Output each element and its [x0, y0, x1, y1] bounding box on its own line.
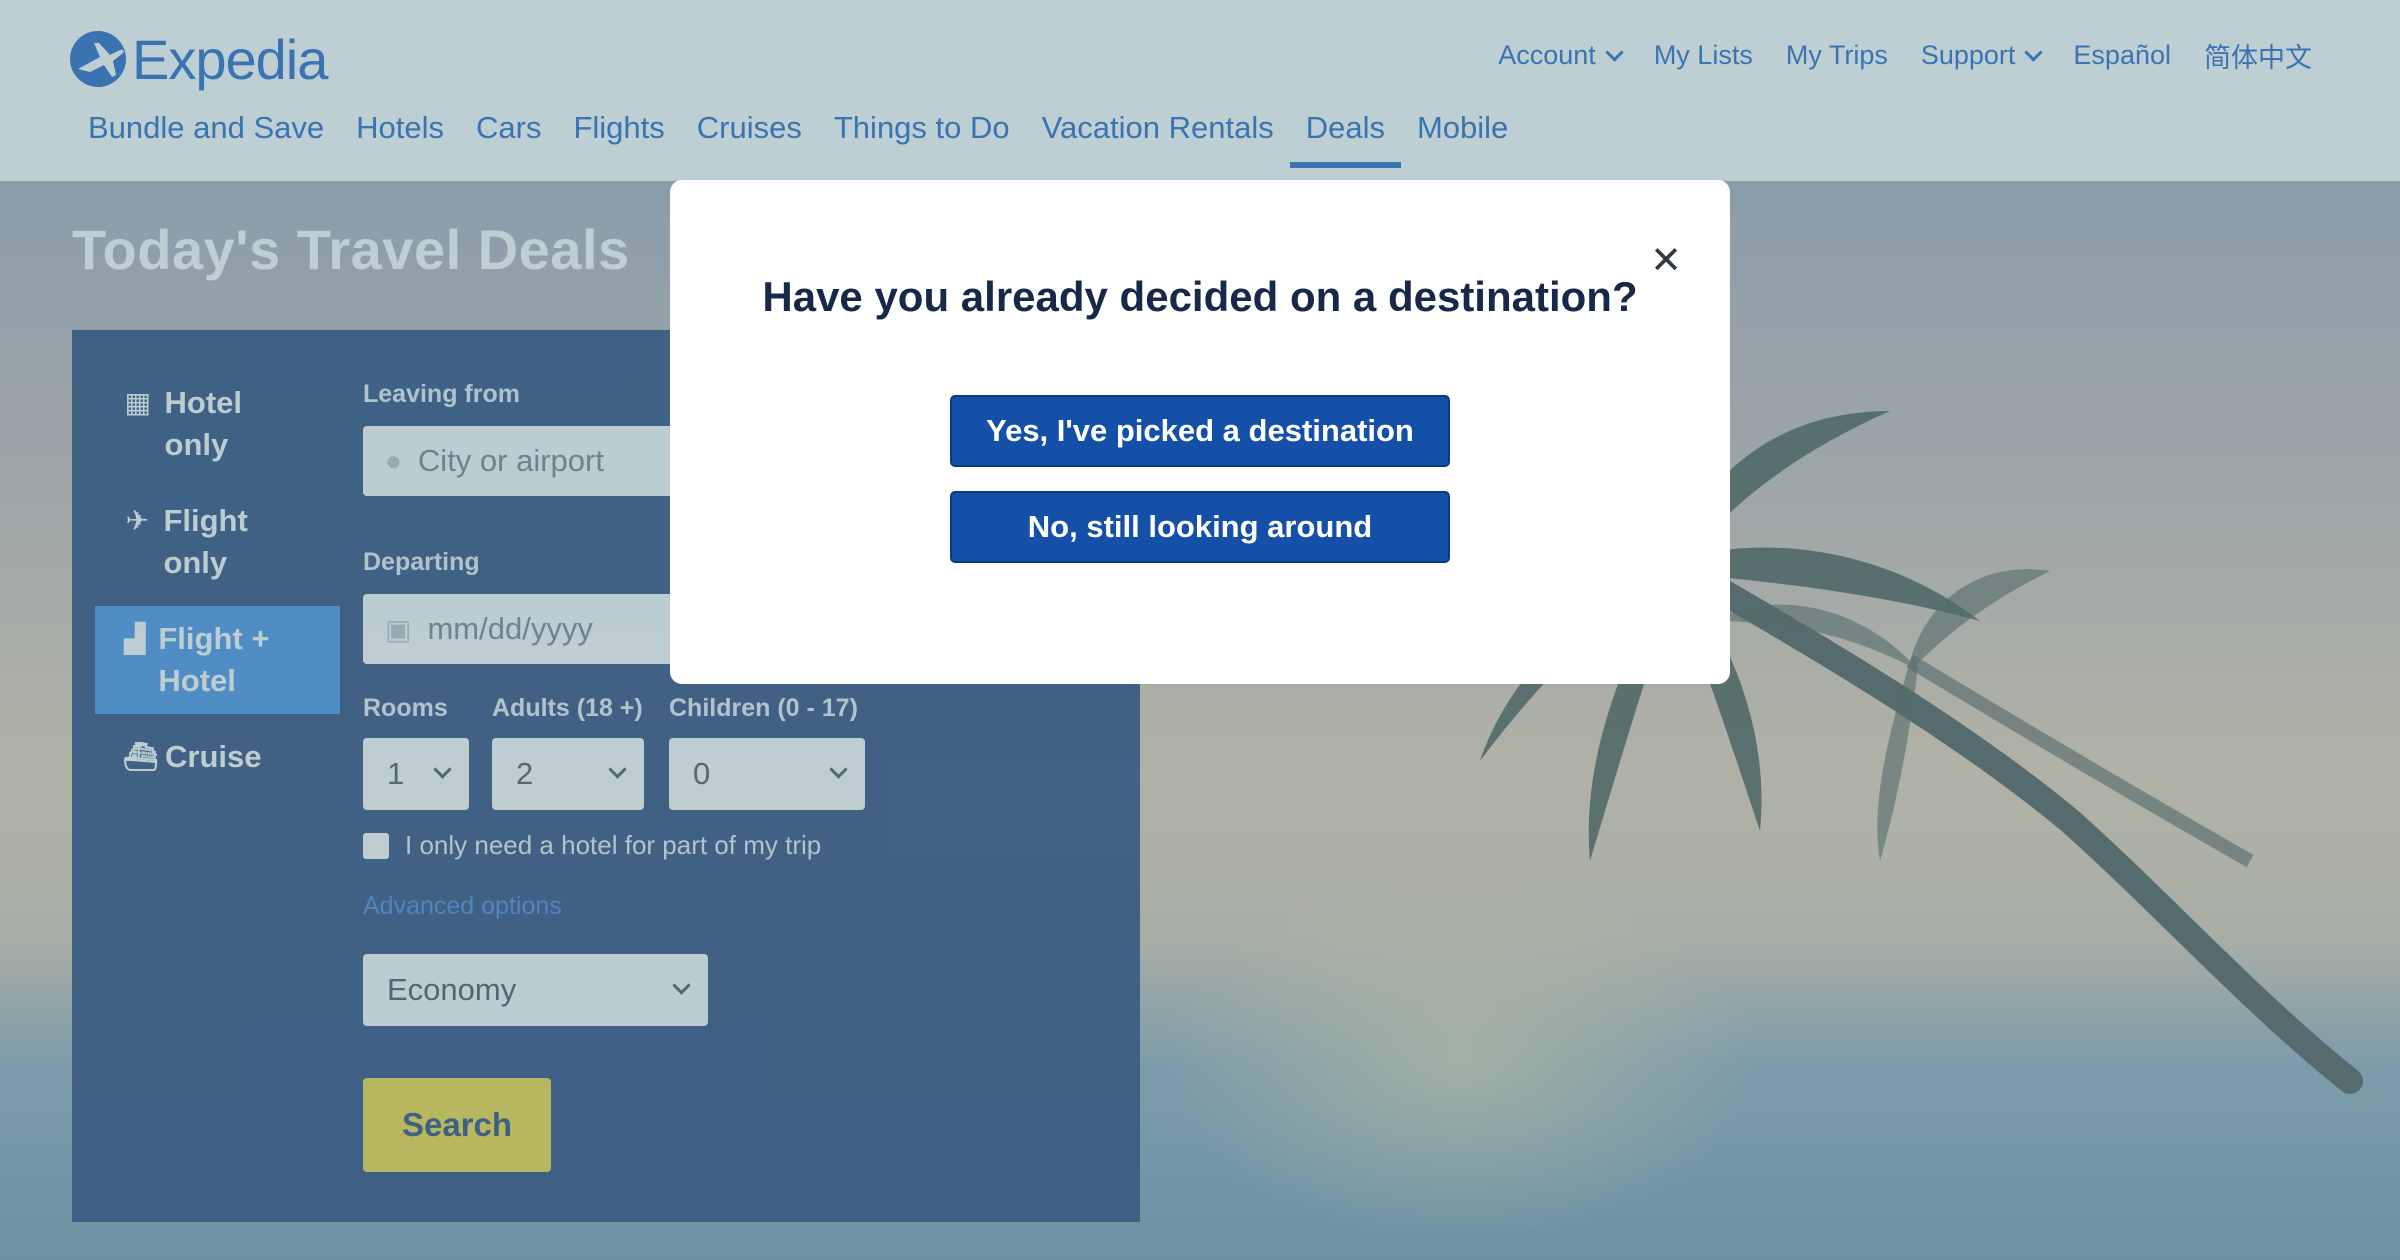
- destination-modal: ✕ Have you already decided on a destinat…: [670, 180, 1730, 684]
- no-still-looking-button[interactable]: No, still looking around: [950, 491, 1450, 563]
- modal-title: Have you already decided on a destinatio…: [762, 273, 1638, 320]
- yes-picked-destination-button[interactable]: Yes, I've picked a destination: [950, 395, 1450, 467]
